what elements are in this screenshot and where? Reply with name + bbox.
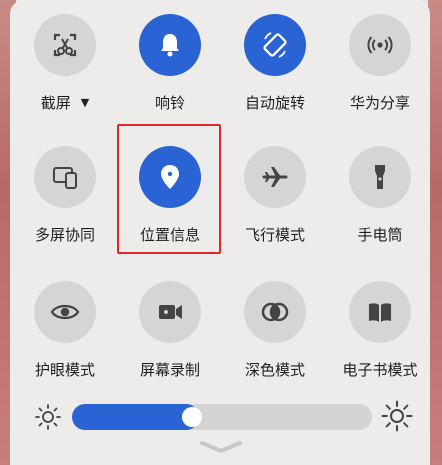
screen-record-toggle[interactable] (139, 281, 201, 343)
tile-eye-comfort[interactable]: 护眼模式 (15, 281, 115, 380)
brightness-slider[interactable] (72, 404, 372, 430)
dropdown-caret-icon[interactable]: ▼ (81, 96, 89, 109)
tile-multi-screen[interactable]: 多屏协同 (15, 146, 115, 245)
bell-icon (161, 34, 179, 57)
tile-label: 屏幕录制 (139, 361, 200, 379)
auto-rotate-icon (263, 32, 287, 58)
airplane-icon (262, 167, 288, 187)
tile-label: 多屏协同 (34, 226, 95, 244)
huawei-share-icon (367, 36, 393, 54)
screenshot-scissors-icon (53, 33, 77, 57)
auto-rotate-toggle[interactable] (244, 14, 306, 76)
eye-comfort-toggle[interactable] (34, 281, 96, 343)
chevron-down-icon[interactable] (198, 437, 244, 461)
airplane-toggle[interactable] (244, 146, 306, 208)
tile-screen-record[interactable]: 屏幕录制 (120, 281, 220, 380)
tile-label: 响铃 (154, 94, 185, 112)
screenshot-toggle[interactable] (34, 14, 96, 76)
multi-screen-toggle[interactable] (34, 146, 96, 208)
flashlight-toggle[interactable] (349, 146, 411, 208)
tile-label: 电子书模式 (342, 361, 418, 379)
huawei-share-toggle[interactable] (349, 14, 411, 76)
tile-label: 飞行模式 (244, 226, 305, 244)
wallpaper-edge-right (428, 0, 442, 465)
eye-icon (50, 304, 80, 320)
ebook-toggle[interactable] (349, 281, 411, 343)
dark-mode-toggle[interactable] (244, 281, 306, 343)
tile-ebook[interactable]: 电子书模式 (330, 281, 430, 380)
ebook-icon (369, 303, 391, 322)
screen-record-icon (159, 305, 182, 319)
tile-label: 截屏 (40, 94, 71, 112)
tile-label: 自动旋转 (244, 94, 305, 112)
tile-ring[interactable]: 响铃 (120, 14, 220, 113)
tile-auto-rotate[interactable]: 自动旋转 (225, 14, 325, 113)
brightness-high-sun-icon (381, 400, 413, 436)
tile-label: 护眼模式 (34, 361, 95, 379)
ring-toggle[interactable] (139, 14, 201, 76)
flashlight-icon (375, 165, 385, 189)
tile-label: 华为分享 (349, 94, 410, 112)
multi-screen-icon (53, 167, 77, 189)
brightness-low-sun-icon (34, 403, 62, 435)
brightness-slider-fill (72, 404, 199, 430)
tile-flashlight[interactable]: 手电筒 (330, 146, 430, 245)
highlight-box (117, 124, 221, 254)
dark-mode-icon (261, 302, 289, 322)
tile-airplane[interactable]: 飞行模式 (225, 146, 325, 245)
tile-dark-mode[interactable]: 深色模式 (225, 281, 325, 380)
tile-label: 手电筒 (357, 226, 403, 244)
tile-huawei-share[interactable]: 华为分享 (330, 14, 430, 113)
brightness-slider-thumb[interactable] (182, 407, 202, 427)
tile-screenshot[interactable]: 截屏 ▼ (15, 14, 115, 113)
tile-label: 深色模式 (244, 361, 305, 379)
